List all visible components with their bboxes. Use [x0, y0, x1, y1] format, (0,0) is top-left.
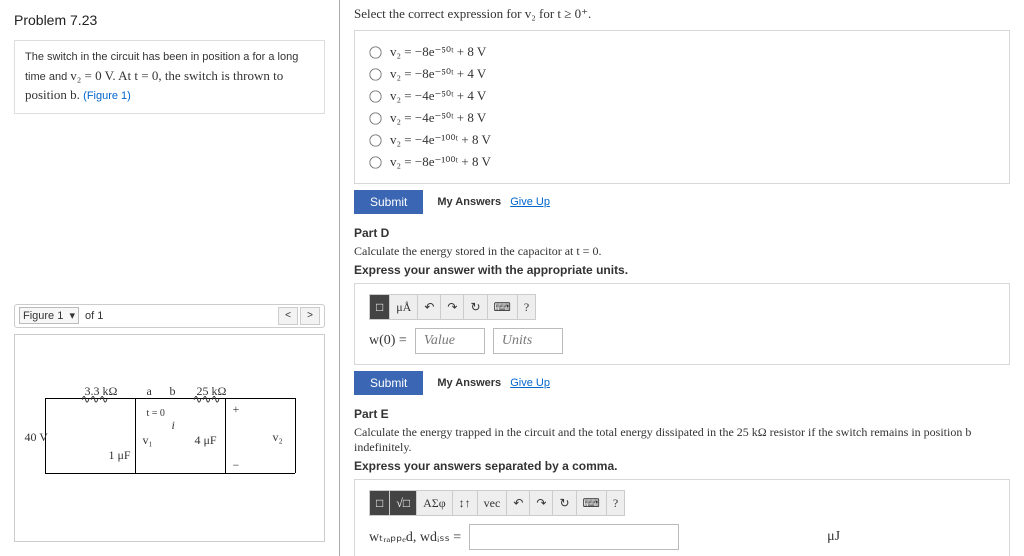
figure-next-button[interactable]: > [300, 307, 320, 325]
tb-template-icon-e[interactable]: □ [370, 491, 390, 515]
parte-label: Part E [354, 407, 1010, 421]
tb-keyboard-icon[interactable]: ⌨ [488, 295, 518, 319]
partd-value-input[interactable]: Value [415, 328, 485, 354]
option-1[interactable]: v₂ = −8e⁻⁵⁰ᵗ + 8 V [369, 41, 995, 63]
label-v1: v₁ [143, 433, 153, 448]
tb-undo-icon-e[interactable]: ↶ [507, 491, 530, 515]
label-c2: 4 μF [195, 433, 217, 448]
parte-text: Calculate the energy trapped in the circ… [354, 425, 1010, 455]
parte-answer-box: □ √□ ΑΣφ ↕↑ vec ↶ ↷ ↻ ⌨ ? wₜᵣₐₚₚₑd, wdᵢₛ… [354, 479, 1010, 556]
label-source: 40 V [25, 430, 48, 445]
figure-toolbar: Figure 1 ▾ of 1 < > [14, 304, 325, 328]
label-i: i [172, 418, 175, 433]
partd-my-answers-link[interactable]: My Answers [437, 377, 501, 389]
figure-area: 40 V 3.3 kΩ 25 kΩ 1 μF 4 μF a b i v₁ v₂ … [14, 334, 325, 543]
partc-prompt: Select the correct expression for v₂ for… [354, 6, 1010, 22]
tb-reset-icon[interactable]: ↻ [464, 295, 487, 319]
partd-label: Part D [354, 226, 1010, 240]
label-node-a: a [147, 384, 152, 399]
label-t0: t = 0 [147, 408, 165, 419]
tb-help-icon[interactable]: ? [518, 295, 535, 319]
figure-link[interactable]: (Figure 1) [83, 90, 131, 102]
partd-answer-box: □ μÅ ↶ ↷ ↻ ⌨ ? w(0) = Value Units [354, 283, 1010, 365]
label-v2: v₂ [273, 430, 283, 445]
tb-vec-icon[interactable]: vec [478, 491, 508, 515]
parte-input[interactable] [469, 524, 679, 550]
partc-options: v₂ = −8e⁻⁵⁰ᵗ + 8 V v₂ = −8e⁻⁵⁰ᵗ + 4 V v₂… [354, 30, 1010, 184]
partd-submit-button[interactable]: Submit [354, 371, 423, 395]
tb-reset-icon-e[interactable]: ↻ [553, 491, 576, 515]
partd-lhs: w(0) = [369, 333, 407, 349]
partc-submit-button[interactable]: Submit [354, 190, 423, 214]
option-5[interactable]: v₂ = −4e⁻¹⁰⁰ᵗ + 8 V [369, 129, 995, 151]
parte-lhs: wₜᵣₐₚₚₑd, wdᵢₛₛ = [369, 529, 461, 546]
figure-select[interactable]: Figure 1 ▾ [19, 307, 79, 324]
parte-toolbar: □ √□ ΑΣφ ↕↑ vec ↶ ↷ ↻ ⌨ ? [369, 490, 625, 516]
tb-template-icon[interactable]: □ [370, 295, 390, 319]
partd-instruction: Express your answer with the appropriate… [354, 263, 1010, 277]
option-6[interactable]: v₂ = −8e⁻¹⁰⁰ᵗ + 8 V [369, 151, 995, 173]
partd-text: Calculate the energy stored in the capac… [354, 244, 1010, 259]
parte-unit: μJ [827, 529, 840, 545]
option-4[interactable]: v₂ = −4e⁻⁵⁰ᵗ + 8 V [369, 107, 995, 129]
figure-count: of 1 [85, 310, 103, 322]
tb-greek-icon[interactable]: ΑΣφ [417, 491, 453, 515]
tb-redo-icon-e[interactable]: ↷ [530, 491, 553, 515]
partc-give-up-link[interactable]: Give Up [510, 196, 550, 208]
tb-sqrt-icon[interactable]: √□ [390, 491, 417, 515]
parte-instruction: Express your answers separated by a comm… [354, 459, 1010, 473]
tb-undo-icon[interactable]: ↶ [418, 295, 441, 319]
tb-redo-icon[interactable]: ↷ [441, 295, 464, 319]
partd-toolbar: □ μÅ ↶ ↷ ↻ ⌨ ? [369, 294, 536, 320]
label-c1: 1 μF [109, 448, 131, 463]
figure-prev-button[interactable]: < [278, 307, 298, 325]
circuit-diagram: 40 V 3.3 kΩ 25 kΩ 1 μF 4 μF a b i v₁ v₂ … [25, 378, 315, 498]
option-3[interactable]: v₂ = −4e⁻⁵⁰ᵗ + 4 V [369, 85, 995, 107]
tb-keyboard-icon-e[interactable]: ⌨ [577, 491, 607, 515]
tb-units-icon[interactable]: μÅ [390, 295, 418, 319]
tb-help-icon-e[interactable]: ? [607, 491, 624, 515]
tb-subscript-icon[interactable]: ↕↑ [453, 491, 478, 515]
label-node-b: b [170, 384, 176, 399]
partd-units-input[interactable]: Units [493, 328, 563, 354]
problem-title: Problem 7.23 [0, 0, 339, 36]
problem-description: The switch in the circuit has been in po… [14, 40, 325, 114]
partc-my-answers-link[interactable]: My Answers [437, 196, 501, 208]
partd-give-up-link[interactable]: Give Up [510, 377, 550, 389]
option-2[interactable]: v₂ = −8e⁻⁵⁰ᵗ + 4 V [369, 63, 995, 85]
